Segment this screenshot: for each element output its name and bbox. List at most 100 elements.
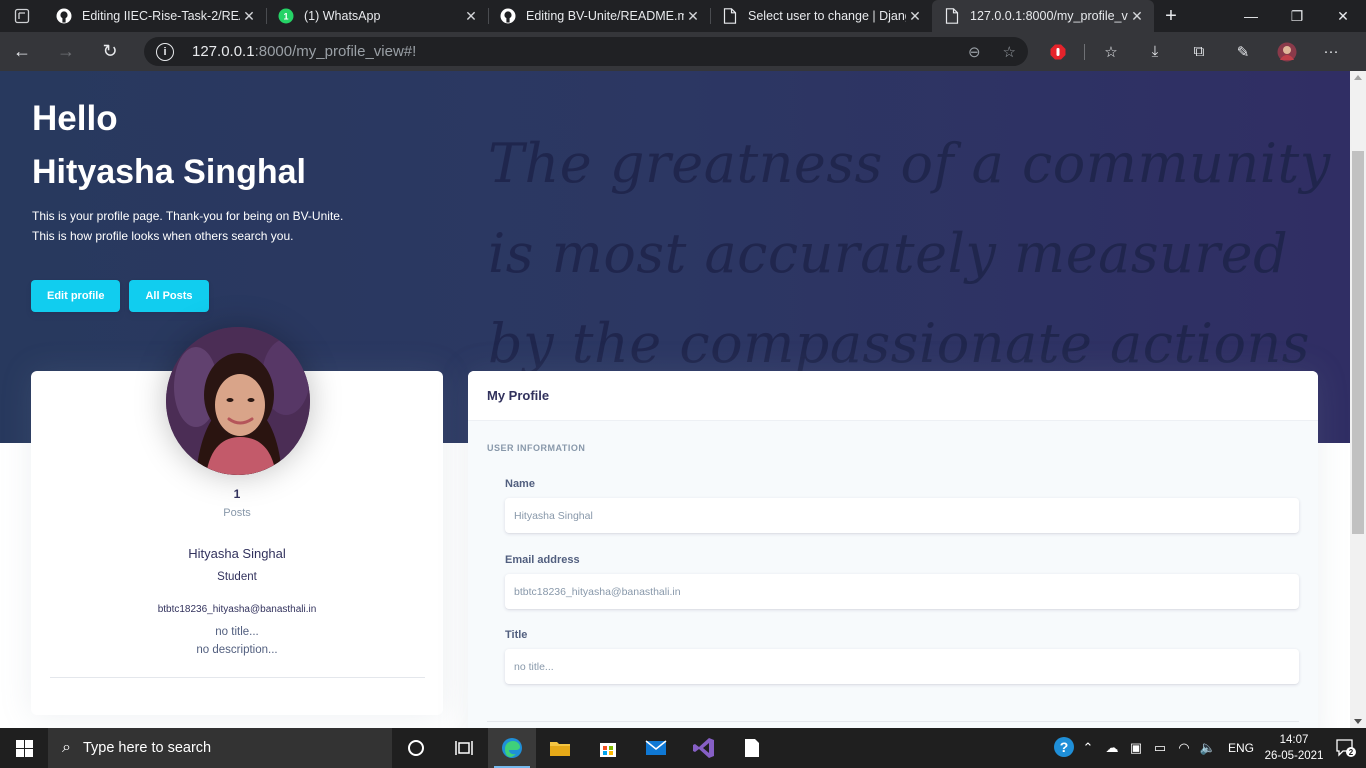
profile-title: no title... (215, 626, 259, 638)
mail-icon[interactable] (632, 728, 680, 768)
profile-description: This is your profile page. Thank-you for… (32, 206, 343, 246)
forward-arrow-icon[interactable]: → (44, 32, 88, 71)
title-field[interactable]: no title... (505, 649, 1299, 684)
minimize-icon[interactable]: — (1228, 0, 1274, 32)
browser-tab-bar: Editing IIEC-Rise-Task-2/README ✕ 1 (1) … (0, 0, 1366, 32)
notification-count: 2 (1349, 748, 1354, 757)
search-icon: ⌕ (62, 739, 71, 756)
profile-name: Hityasha Singhal (188, 546, 286, 561)
scroll-down-icon[interactable] (1354, 719, 1362, 724)
meet-now-icon[interactable]: ▣ (1124, 740, 1148, 756)
clock-date: 26-05-2021 (1264, 750, 1324, 762)
microsoft-store-icon[interactable] (584, 728, 632, 768)
visual-studio-icon[interactable] (680, 728, 728, 768)
whatsapp-icon: 1 (278, 8, 294, 24)
post-count-label: Posts (223, 507, 251, 519)
description-line: This is your profile page. Thank-you for… (32, 209, 344, 223)
window-close-icon[interactable]: ✕ (1320, 0, 1366, 32)
close-icon[interactable]: ✕ (240, 8, 258, 25)
refresh-icon[interactable]: ↻ (88, 32, 132, 71)
all-posts-button[interactable]: All Posts (129, 280, 209, 312)
url-host: 127.0.0.1 (192, 43, 255, 60)
language-indicator[interactable]: ENG (1228, 741, 1254, 755)
window-controls: — ❐ ✕ (1228, 0, 1366, 32)
notepad-icon[interactable] (728, 728, 776, 768)
page-scrollbar[interactable] (1350, 71, 1366, 728)
new-tab-icon[interactable]: + (1154, 0, 1188, 32)
taskbar-search[interactable]: ⌕ Type here to search (48, 728, 392, 768)
greeting-heading: Hello (32, 99, 118, 138)
browser-tab[interactable]: Select user to change | Django ✕ (710, 0, 932, 32)
clock-time: 14:07 (1279, 734, 1309, 746)
more-menu-icon[interactable]: ··· (1309, 32, 1353, 71)
favorites-icon[interactable]: ☆ (1089, 32, 1133, 71)
svg-text:1: 1 (283, 12, 288, 22)
tab-title: Editing IIEC-Rise-Task-2/README (82, 9, 240, 23)
browser-tab[interactable]: Editing IIEC-Rise-Task-2/README ✕ (44, 0, 266, 32)
browser-tab-active[interactable]: 127.0.0.1:8000/my_profile_view ✕ (932, 0, 1154, 32)
page-viewport: The greatness of a community is most acc… (0, 71, 1350, 728)
feedback-icon[interactable]: ✎ (1221, 32, 1265, 71)
scroll-up-icon[interactable] (1354, 75, 1362, 80)
battery-icon[interactable]: ▭ (1148, 740, 1172, 756)
profile-role: Student (217, 571, 257, 583)
tab-title: (1) WhatsApp (304, 9, 381, 23)
adblock-icon[interactable] (1036, 32, 1080, 71)
scrollbar-thumb[interactable] (1352, 151, 1364, 534)
close-icon[interactable]: ✕ (684, 8, 702, 25)
zoom-icon[interactable]: ⊖ (968, 43, 981, 61)
help-icon[interactable]: ? (1052, 736, 1076, 761)
my-profile-card: My Profile USER INFORMATION Name Hityash… (468, 371, 1318, 728)
file-explorer-icon[interactable] (536, 728, 584, 768)
name-field[interactable]: Hityasha Singhal (505, 498, 1299, 533)
volume-icon[interactable]: 🔈 (1196, 740, 1220, 756)
onedrive-icon[interactable]: ☁ (1100, 740, 1124, 756)
edit-profile-button[interactable]: Edit profile (31, 280, 121, 312)
github-icon (56, 8, 72, 24)
tab-title: Editing BV-Unite/README.md (526, 9, 684, 23)
tab-title: Select user to change | Django (748, 9, 906, 23)
profile-card: 1 Posts Hityasha Singhal Student btbtc18… (31, 327, 443, 715)
tab-title: 127.0.0.1:8000/my_profile_view (970, 9, 1128, 23)
user-name-heading: Hityasha Singhal (32, 153, 306, 191)
post-count: 1 (233, 487, 241, 501)
url-path: :8000/my_profile_view#! (254, 43, 417, 60)
close-icon[interactable]: ✕ (906, 8, 924, 25)
address-bar[interactable]: i 127.0.0.1:8000/my_profile_view#! ⊖ ☆ (144, 37, 1028, 66)
profile-avatar-icon[interactable] (1265, 32, 1309, 71)
download-icon[interactable]: ⤓ (1133, 32, 1177, 71)
toolbar-divider (1084, 43, 1085, 60)
restore-icon[interactable]: ❐ (1274, 0, 1320, 32)
profile-bio: no description... (196, 644, 278, 656)
wifi-icon[interactable]: ◠ (1172, 740, 1196, 756)
document-icon (944, 8, 960, 24)
tab-actions-icon[interactable] (0, 0, 44, 32)
profile-avatar (166, 327, 310, 475)
title-label: Title (505, 629, 528, 641)
collections-icon[interactable]: ⧉ (1177, 32, 1221, 71)
edge-browser-icon[interactable] (488, 728, 536, 768)
browser-tab[interactable]: Editing BV-Unite/README.md ✕ (488, 0, 710, 32)
task-view-icon[interactable] (440, 728, 488, 768)
header-actions: Edit profile All Posts (31, 280, 209, 312)
add-favorite-icon[interactable]: ☆ (1003, 43, 1016, 61)
close-icon[interactable]: ✕ (462, 8, 480, 25)
toolbar-extensions: ☆ ⤓ ⧉ ✎ ··· (1036, 32, 1353, 71)
clock[interactable]: 14:07 26-05-2021 (1262, 732, 1326, 764)
system-tray: ? ⌃ ☁ ▣ ▭ ◠ 🔈 ENG 14:07 26-05-2021 2 (1052, 728, 1366, 768)
address-actions: ⊖ ☆ (968, 43, 1016, 61)
site-info-icon[interactable]: i (156, 42, 174, 61)
divider (487, 721, 1299, 722)
show-hidden-icons-icon[interactable]: ⌃ (1076, 740, 1100, 756)
cortana-icon[interactable] (392, 728, 440, 768)
browser-tab[interactable]: 1 (1) WhatsApp ✕ (266, 0, 488, 32)
windows-start-icon[interactable] (0, 728, 48, 768)
description-line: This is how profile looks when others se… (32, 229, 294, 243)
close-icon[interactable]: ✕ (1128, 8, 1146, 25)
document-icon (722, 8, 738, 24)
email-field[interactable]: btbtc18236_hityasha@banasthali.in (505, 574, 1299, 609)
divider (50, 677, 425, 678)
back-arrow-icon[interactable]: ← (0, 32, 44, 71)
card-heading: My Profile (468, 371, 1318, 421)
notification-center-icon[interactable]: 2 (1326, 739, 1366, 757)
